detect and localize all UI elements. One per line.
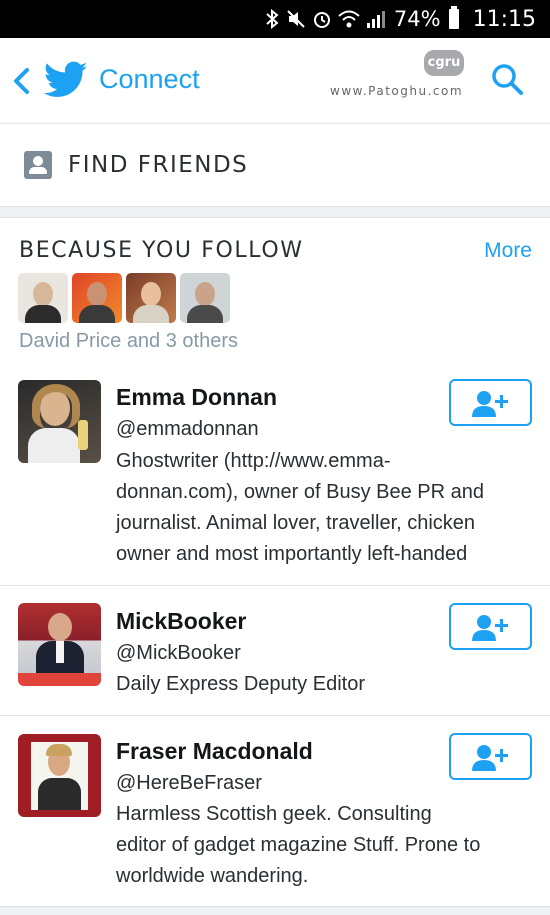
status-bar: 74% 11:15 — [0, 0, 550, 38]
top-app-bar: Connect cgru www.Patoghu.com — [0, 38, 550, 124]
list-item[interactable]: MickBooker @MickBooker Daily Express Dep… — [0, 587, 550, 716]
add-person-icon — [472, 391, 508, 417]
watermark-text: www.Patoghu.com — [330, 84, 464, 98]
more-link[interactable]: More — [484, 239, 532, 263]
list-item[interactable]: Fraser Macdonald @HereBeFraser Harmless … — [0, 717, 550, 907]
avatar[interactable] — [18, 603, 101, 686]
avatar[interactable] — [18, 380, 101, 463]
avatar[interactable] — [18, 273, 68, 323]
avatar[interactable] — [18, 734, 101, 817]
avatar[interactable] — [126, 273, 176, 323]
user-bio: Ghostwriter (http://www.emma- donnan.com… — [116, 450, 484, 565]
back-arrow-icon[interactable] — [10, 64, 32, 98]
follow-button[interactable] — [449, 603, 532, 650]
add-person-icon — [472, 615, 508, 641]
follow-button[interactable] — [449, 379, 532, 426]
status-icons — [264, 9, 386, 29]
find-friends-row[interactable]: FIND FRIENDS — [0, 124, 550, 206]
alarm-icon — [313, 12, 330, 28]
signal-icon — [366, 11, 385, 28]
bluetooth-icon — [266, 9, 279, 29]
followed-avatars — [18, 273, 230, 323]
wifi-icon — [338, 10, 360, 28]
avatar[interactable] — [72, 273, 122, 323]
user-name[interactable]: Fraser Macdonald — [116, 738, 313, 765]
add-person-icon — [472, 745, 508, 771]
follow-button[interactable] — [449, 733, 532, 780]
user-name[interactable]: MickBooker — [116, 608, 246, 635]
user-name[interactable]: Emma Donnan — [116, 384, 277, 411]
find-friends-label: FIND FRIENDS — [68, 152, 249, 178]
user-bio: Harmless Scottish geek. Consulting edito… — [116, 803, 481, 887]
user-handle: @emmadonnan — [116, 418, 259, 440]
mute-icon — [287, 10, 305, 28]
section-divider — [0, 206, 550, 218]
page-title: Connect — [99, 64, 200, 94]
battery-icon — [448, 6, 459, 29]
battery-percent: 74% — [393, 7, 441, 31]
person-card-icon — [24, 151, 52, 179]
followed-by-text: David Price and 3 others — [19, 330, 239, 352]
search-icon[interactable] — [490, 62, 526, 98]
section-heading: BECAUSE YOU FOLLOW — [19, 238, 304, 263]
user-handle: @MickBooker — [116, 642, 241, 664]
avatar[interactable] — [180, 273, 230, 323]
twitter-bird-icon — [44, 61, 88, 97]
list-item[interactable]: Emma Donnan @emmadonnan Ghostwriter (htt… — [0, 368, 550, 586]
user-handle: @HereBeFraser — [116, 772, 262, 794]
user-bio: Daily Express Deputy Editor — [116, 673, 365, 695]
bottom-divider — [0, 906, 550, 915]
watermark-logo: cgru — [424, 50, 464, 76]
clock: 11:15 — [472, 6, 536, 32]
